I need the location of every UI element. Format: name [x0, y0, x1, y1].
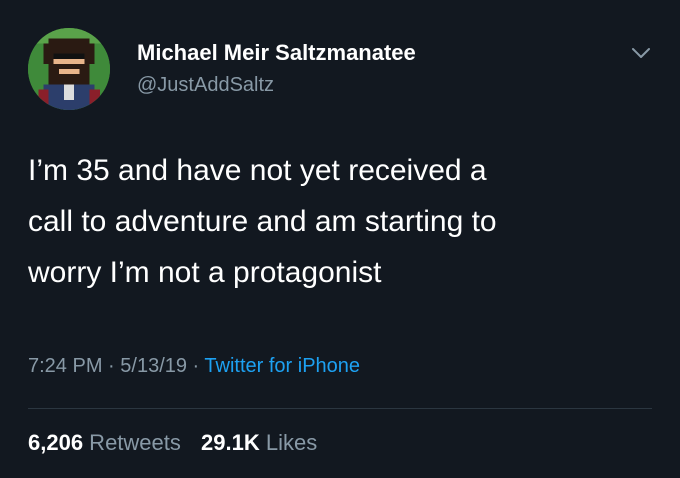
retweets-stat[interactable]: 6,206 Retweets [28, 430, 181, 455]
tweet-stats: 6,206 Retweets 29.1K Likes [28, 430, 331, 456]
likes-stat[interactable]: 29.1K Likes [201, 430, 317, 455]
display-name[interactable]: Michael Meir Saltzmanatee [137, 40, 416, 66]
likes-count: 29.1K [201, 430, 260, 455]
retweets-label: Retweets [83, 430, 181, 455]
tweet-text-line: I’m 35 and have not yet received a [28, 154, 487, 187]
retweets-count: 6,206 [28, 430, 84, 455]
meta-separator: · [187, 355, 205, 377]
avatar[interactable] [28, 28, 110, 110]
user-handle[interactable]: @JustAddSaltz [137, 74, 274, 97]
tweet-text: I’m 35 and have not yet received a call … [28, 145, 658, 298]
meta-separator: · [102, 355, 121, 377]
tweet-time[interactable]: 7:24 PM [28, 355, 102, 377]
tweet-date[interactable]: 5/13/19 [120, 355, 187, 377]
chevron-down-icon[interactable] [628, 40, 654, 66]
pixel-avatar-icon [28, 28, 110, 110]
tweet-source-link[interactable]: Twitter for iPhone [204, 355, 360, 377]
divider [28, 408, 652, 409]
tweet-text-line: call to adventure and am starting to [28, 205, 497, 238]
likes-label: Likes [259, 430, 318, 455]
tweet-card: Michael Meir Saltzmanatee @JustAddSaltz … [0, 0, 680, 478]
tweet-text-line: worry I’m not a protagonist [28, 256, 382, 289]
tweet-meta: 7:24 PM · 5/13/19 · Twitter for iPhone [28, 355, 360, 378]
